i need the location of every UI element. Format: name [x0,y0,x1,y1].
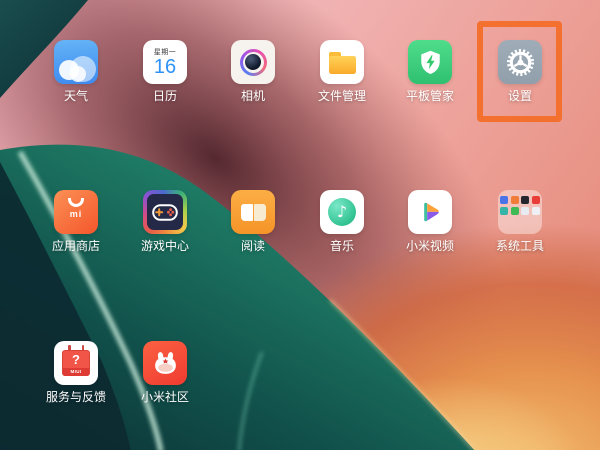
app-label: 应用商店 [51,239,100,253]
cloud-shape [70,66,86,82]
mi-community-bunny-icon [143,341,187,385]
app-mi-community[interactable]: 小米社区 [123,341,207,404]
app-weather[interactable]: 天气 [34,40,118,103]
app-label: 小米社区 [140,390,189,404]
app-store-icon: mi [54,190,98,234]
folder-preview-grid [500,196,540,215]
app-label: 相机 [240,89,265,103]
app-label: 日历 [152,89,177,103]
weather-icon [54,40,98,84]
home-screen: 天气 星期一 16 日历 相机 文件管理 平板管家 设置 mi 应用商店 游戏中… [0,0,600,450]
play-triangle-icon [424,202,439,222]
music-note-icon: ♪ [320,190,364,234]
reader-book-icon [231,190,275,234]
file-manager-icon [320,40,364,84]
folder-mini-icon [531,196,540,204]
hanging-sign-shape: ? MIUI [62,350,90,376]
shield-bolt-icon [420,50,440,74]
app-label: 小米视频 [405,239,454,253]
gamepad-icon [147,194,183,230]
calendar-day: 16 [153,56,177,78]
app-mi-video[interactable]: 小米视频 [388,190,472,253]
open-book-icon [240,203,266,221]
folder-mini-icon [510,206,519,215]
question-mark-glyph: ? [72,352,80,367]
tablet-guard-icon [408,40,452,84]
app-music[interactable]: ♪ 音乐 [300,190,384,253]
music-note-glyph: ♪ [336,202,348,221]
camera-icon [231,40,275,84]
app-label: 文件管理 [317,89,366,103]
bunny-icon [154,351,176,374]
app-tablet-guard[interactable]: 平板管家 [388,40,472,103]
app-camera[interactable]: 相机 [211,40,295,103]
app-label: 天气 [63,89,88,103]
camera-lens [245,54,261,70]
app-services-feedback[interactable]: ? MIUI 服务与反馈 [34,341,118,404]
game-center-icon [143,190,187,234]
services-feedback-icon: ? MIUI [54,341,98,385]
app-label: 系统工具 [495,239,544,253]
system-tools-folder [498,190,542,234]
app-system-tools-folder[interactable]: 系统工具 [478,190,562,253]
music-circle-shape: ♪ [328,198,356,226]
highlight-box [477,21,562,122]
calendar-icon: 星期一 16 [143,40,187,84]
app-label: 游戏中心 [140,239,189,253]
app-app-store[interactable]: mi 应用商店 [34,190,118,253]
app-label: 平板管家 [405,89,454,103]
app-game-center[interactable]: 游戏中心 [123,190,207,253]
app-label: 服务与反馈 [45,390,106,404]
folder-mini-icon [510,196,519,204]
folder-mini-icon [500,196,509,204]
app-label: 阅读 [240,239,265,253]
app-file-manager[interactable]: 文件管理 [300,40,384,103]
folder-body-shape [329,56,356,74]
folder-mini-icon [531,206,540,215]
miui-brand-text: MIUI [63,368,89,376]
folder-mini-icon [521,196,530,204]
mi-logo-text: mi [69,209,83,219]
camera-lens-ring [239,48,267,76]
app-label: 音乐 [329,239,354,253]
folder-mini-icon [521,206,530,215]
bag-handle-shape [68,198,84,207]
app-reader[interactable]: 阅读 [211,190,295,253]
app-calendar[interactable]: 星期一 16 日历 [123,40,207,103]
folder-mini-icon [500,206,509,215]
mi-video-play-icon [408,190,452,234]
